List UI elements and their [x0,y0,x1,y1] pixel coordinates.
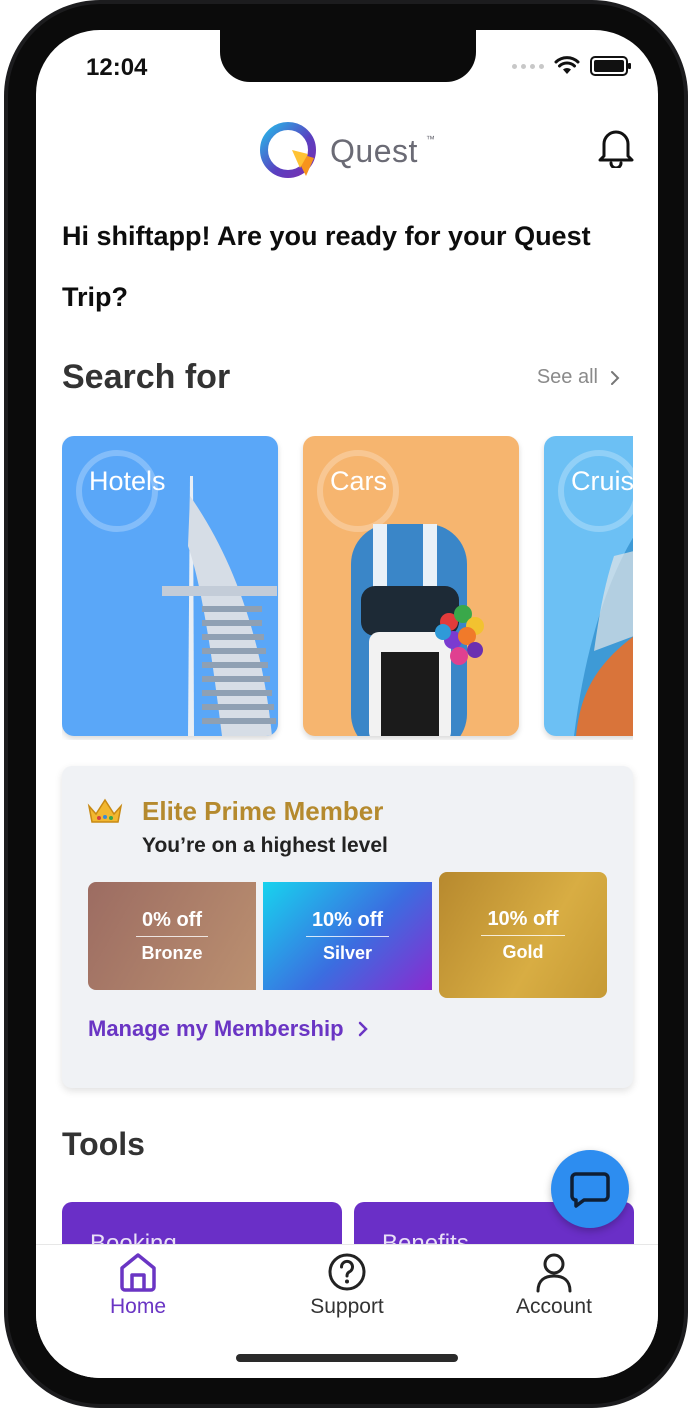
category-label: Cruis [571,466,633,496]
search-section-title: Search for [62,358,231,396]
tier-name: Silver [322,942,373,963]
category-card-hotels[interactable]: Hotels [62,436,278,736]
membership-subtitle: You’re on a highest level [142,834,388,857]
crown-icon [87,798,123,823]
quest-logo-icon [260,122,316,178]
tab-support[interactable]: Support [287,1251,407,1319]
chat-button[interactable] [551,1150,629,1228]
tab-label: Support [310,1295,384,1318]
logo-wordmark: Quest [330,132,418,169]
see-all-label: See all [536,366,598,388]
tab-account[interactable]: Account [494,1251,614,1319]
tier-name: Bronze [141,942,203,963]
greeting-line-1: Hi shiftapp! Are you ready for your Ques… [62,221,591,251]
help-circle-icon [328,1253,366,1291]
wifi-icon [554,56,580,74]
membership-card: Elite Prime Member You’re on a highest l… [62,766,633,1088]
tab-label: Account [516,1295,592,1318]
tier-discount: 10% off [305,909,390,937]
category-card-cruise[interactable]: Cruis [544,436,633,736]
category-card-cars[interactable]: Cars [303,436,519,736]
chevron-right-icon [358,1021,368,1037]
category-label: Hotels [89,466,166,496]
battery-icon [590,56,631,76]
tier-name: Gold [502,941,544,962]
tier-discount: 10% off [481,908,565,936]
logo-trademark: ™ [425,134,435,144]
tier-bronze[interactable]: 0% off Bronze [88,882,256,990]
category-label: Cars [330,466,388,496]
tier-discount: 0% off [136,909,208,937]
bell-icon [598,130,634,170]
greeting-text: Hi shiftapp! Are you ready for your Ques… [62,206,632,328]
app-screen: 12:04 Quest ™ Hi shiftapp! Are you ready… [36,30,658,1378]
manage-membership-label: Manage my Membership [88,1016,344,1041]
status-time: 12:04 [86,54,148,81]
manage-membership-link[interactable]: Manage my Membership [88,1016,368,1042]
chat-bubble-icon [570,1172,610,1208]
tier-silver[interactable]: 10% off Silver [263,882,432,990]
user-icon [536,1253,572,1293]
cellular-signal-icon [512,63,544,69]
chevron-right-icon [611,370,620,385]
see-all-link[interactable]: See all [537,366,620,389]
quest-logo: Quest ™ [256,118,435,184]
tab-label: Home [109,1295,167,1318]
status-icons [512,56,631,76]
greeting-line-2: Trip? [62,282,128,312]
tier-gold[interactable]: 10% off Gold [439,872,607,998]
home-icon [120,1253,156,1292]
tab-home[interactable]: Home [78,1251,198,1319]
home-indicator [236,1354,458,1362]
device-notch [220,30,476,82]
tools-section-title: Tools [62,1126,145,1162]
category-carousel[interactable]: Hotels Cars Cruis [62,436,633,740]
notifications-button[interactable] [596,126,636,173]
membership-title: Elite Prime Member [142,796,384,826]
